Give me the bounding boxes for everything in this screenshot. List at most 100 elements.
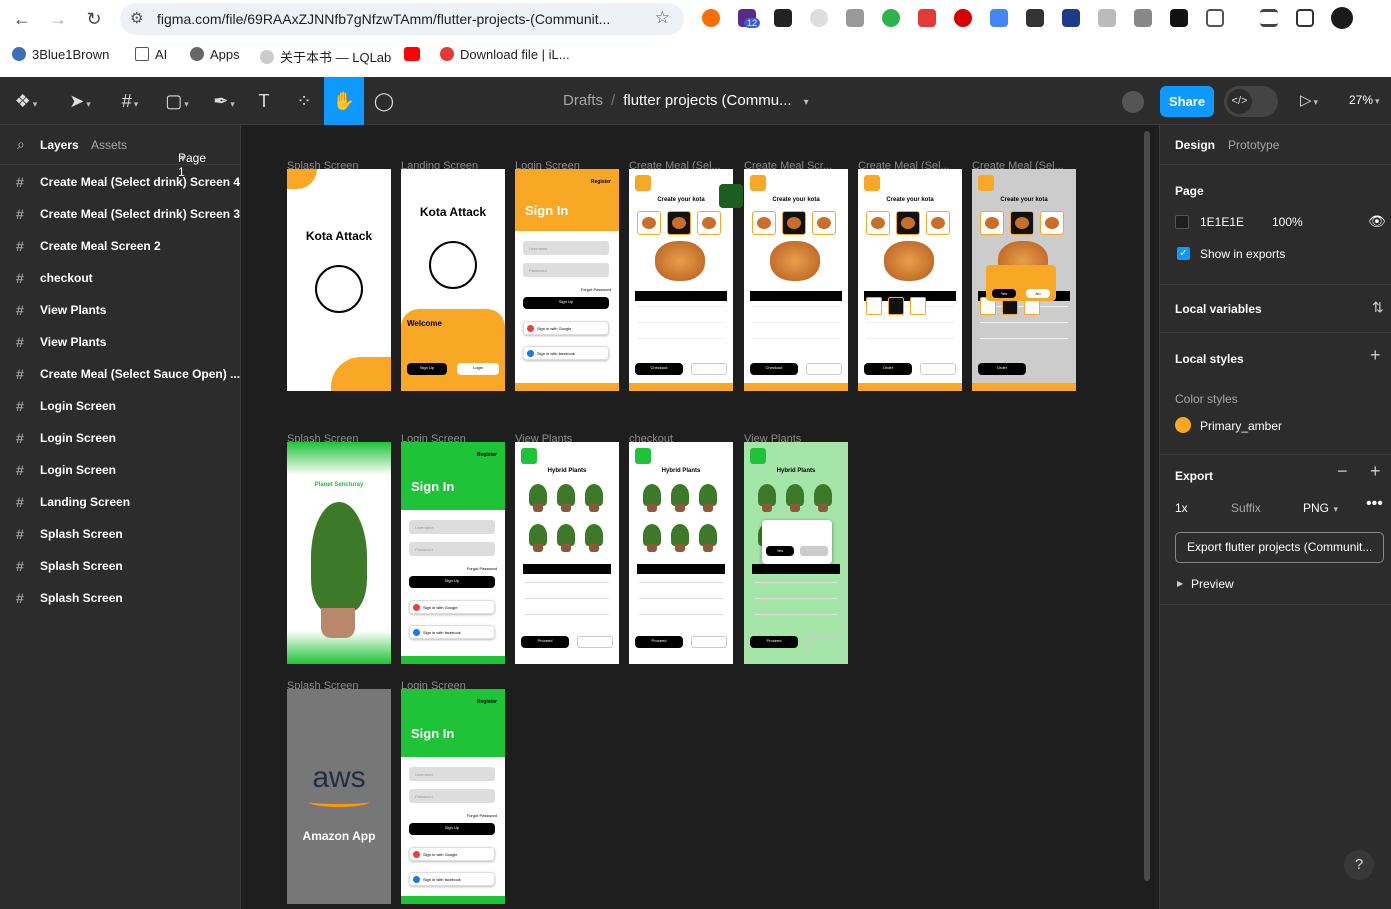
- address-bar[interactable]: ⚙ figma.com/file/69RAAxZJNNfb7gNfzwTAmm/…: [120, 3, 684, 35]
- extension-icon[interactable]: [810, 9, 828, 27]
- extension-icon[interactable]: [1134, 9, 1152, 27]
- breadcrumb-drafts[interactable]: Drafts: [563, 92, 603, 109]
- screen-frame[interactable]: Kota Attack Welcome Sign Up Login: [401, 169, 505, 391]
- layer-item[interactable]: # View Plants: [0, 294, 240, 326]
- export-suffix-input[interactable]: Suffix: [1231, 501, 1261, 515]
- layer-item[interactable]: # Landing Screen: [0, 486, 240, 518]
- move-tool-icon[interactable]: ➤ ▾: [58, 77, 102, 125]
- pen-tool-icon[interactable]: ✒ ▾: [202, 77, 246, 125]
- page-color-swatch[interactable]: [1175, 215, 1189, 229]
- search-icon[interactable]: ⌕: [17, 136, 25, 153]
- file-name[interactable]: flutter projects (Commu...: [623, 92, 791, 109]
- extension-icon[interactable]: [1170, 9, 1188, 27]
- show-exports-checkbox[interactable]: ✓: [1177, 247, 1190, 260]
- screen-frame[interactable]: Create your kota Checkout: [629, 169, 733, 391]
- site-info-icon[interactable]: ⚙: [130, 9, 143, 27]
- extension-icon[interactable]: [1062, 9, 1080, 27]
- page-color-value[interactable]: 1E1E1E: [1200, 215, 1244, 229]
- layer-item[interactable]: # Create Meal (Select Sauce Open) ...: [0, 358, 240, 390]
- bookmark-item[interactable]: 关于本书 — LQLab: [260, 47, 391, 66]
- tab-prototype[interactable]: Prototype: [1228, 138, 1279, 152]
- more-options-icon[interactable]: •••: [1366, 495, 1383, 513]
- hand-tool-icon[interactable]: ✋: [324, 77, 364, 125]
- react-devtools-icon[interactable]: [774, 9, 792, 27]
- extension-icon[interactable]: [954, 9, 972, 27]
- extension-icon[interactable]: [918, 9, 936, 27]
- comment-tool-icon[interactable]: ◯: [364, 77, 404, 125]
- screen-frame[interactable]: aws Amazon App: [287, 689, 391, 904]
- components-tool-icon[interactable]: ⁘: [284, 77, 324, 125]
- bookmark-item[interactable]: 3Blue1Brown: [12, 47, 109, 62]
- eye-icon[interactable]: 👁: [1368, 213, 1386, 230]
- forward-icon[interactable]: →: [47, 8, 69, 30]
- bookmark-item[interactable]: Download file | iL...: [440, 47, 570, 62]
- screen-frame[interactable]: Hybrid Plants Proceed Yes: [744, 442, 848, 664]
- help-icon[interactable]: ?: [1344, 850, 1374, 880]
- collaborator-avatar[interactable]: [1122, 91, 1144, 113]
- screen-frame[interactable]: Create your kota Order Yes No: [972, 169, 1076, 391]
- preview-toggle[interactable]: Preview: [1191, 577, 1234, 591]
- figma-menu-icon[interactable]: ❖ ▾: [4, 77, 48, 125]
- side-panel-icon[interactable]: [1296, 9, 1314, 27]
- add-export-icon[interactable]: +: [1370, 461, 1381, 482]
- extension-icon[interactable]: [1098, 9, 1116, 27]
- screen-frame[interactable]: Register Sign In Username Password Forgot Pa…: [515, 169, 619, 391]
- remove-export-icon[interactable]: −: [1337, 461, 1348, 482]
- screen-frame[interactable]: Planet Sencturay: [287, 442, 391, 664]
- tab-layers[interactable]: Layers: [40, 138, 79, 152]
- chevron-down-icon[interactable]: ▾: [804, 97, 809, 108]
- translate-icon[interactable]: [990, 9, 1008, 27]
- tab-design[interactable]: Design: [1175, 138, 1215, 152]
- text-tool-icon[interactable]: T: [244, 77, 284, 125]
- variables-settings-icon[interactable]: ⇅: [1372, 299, 1384, 316]
- export-format-select[interactable]: PNG ▾: [1303, 501, 1338, 515]
- canvas-scrollbar[interactable]: [1144, 131, 1150, 881]
- canvas[interactable]: Splash Screen Kota Attack Landing Screen Ko…: [241, 125, 1159, 909]
- page-opacity-value[interactable]: 100%: [1272, 215, 1303, 229]
- screen-frame[interactable]: Kota Attack: [287, 169, 391, 391]
- frame-tool-icon[interactable]: # ▾: [108, 77, 152, 125]
- layer-item[interactable]: # Splash Screen: [0, 550, 240, 582]
- export-scale[interactable]: 1x: [1175, 501, 1188, 515]
- bookmark-folder[interactable]: AI: [135, 47, 167, 62]
- bookmark-star-icon[interactable]: ☆: [655, 8, 670, 28]
- extension-icon[interactable]: [1026, 9, 1044, 27]
- dev-code-badge[interactable]: [719, 184, 743, 208]
- dev-mode-toggle[interactable]: </>: [1224, 86, 1278, 117]
- add-style-icon[interactable]: +: [1370, 345, 1381, 366]
- export-button[interactable]: Export flutter projects (Communit...: [1175, 532, 1384, 563]
- layer-item[interactable]: # Login Screen: [0, 454, 240, 486]
- primary-amber-swatch[interactable]: [1175, 417, 1191, 433]
- color-style-name[interactable]: Primary_amber: [1200, 419, 1282, 433]
- screen-frame[interactable]: Create your kota Checkout: [744, 169, 848, 391]
- layer-item[interactable]: # checkout: [0, 262, 240, 294]
- zoom-control[interactable]: 27% ▾: [1349, 93, 1380, 107]
- screen-frame[interactable]: Register Sign In Username Password Forgot Pa…: [401, 689, 505, 904]
- back-icon[interactable]: ←: [11, 8, 33, 30]
- local-variables-title[interactable]: Local variables: [1175, 302, 1262, 316]
- extension-icon[interactable]: [702, 9, 720, 27]
- chevron-right-icon[interactable]: ▶: [1177, 579, 1183, 588]
- layer-item[interactable]: # View Plants: [0, 326, 240, 358]
- layer-item[interactable]: # Login Screen: [0, 422, 240, 454]
- reading-list-icon[interactable]: [1260, 9, 1278, 27]
- reload-icon[interactable]: ↻: [83, 8, 105, 30]
- evernote-icon[interactable]: [882, 9, 900, 27]
- layer-item[interactable]: # Create Meal (Select drink) Screen 4: [0, 166, 240, 198]
- extensions-puzzle-icon[interactable]: [1206, 9, 1224, 27]
- layer-item[interactable]: # Create Meal Screen 2: [0, 230, 240, 262]
- bookmark-item[interactable]: Apps: [190, 47, 240, 62]
- shape-tool-icon[interactable]: ▢ ▾: [155, 77, 199, 125]
- layer-item[interactable]: # Login Screen: [0, 390, 240, 422]
- screen-frame[interactable]: Hybrid Plants Proceed: [515, 442, 619, 664]
- layer-item[interactable]: # Splash Screen: [0, 518, 240, 550]
- share-button[interactable]: Share: [1160, 86, 1214, 117]
- bookmark-item[interactable]: [404, 47, 426, 62]
- layer-item[interactable]: # Create Meal (Select drink) Screen 3: [0, 198, 240, 230]
- layer-item[interactable]: # Splash Screen: [0, 582, 240, 614]
- extension-icon[interactable]: [846, 9, 864, 27]
- profile-avatar[interactable]: [1331, 7, 1353, 29]
- screen-frame[interactable]: Register Sign In Username Password Forgot Pa…: [401, 442, 505, 664]
- present-play-icon[interactable]: ▷ ▾: [1300, 91, 1318, 109]
- tab-assets[interactable]: Assets: [91, 138, 127, 152]
